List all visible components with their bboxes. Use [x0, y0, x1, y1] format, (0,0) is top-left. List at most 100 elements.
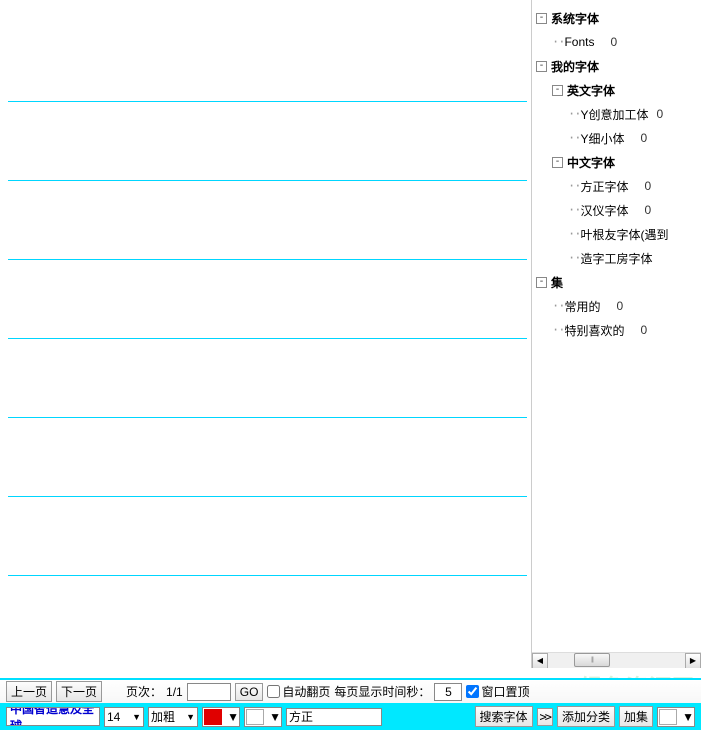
tree-label: 系统字体: [551, 10, 599, 27]
sample-text: 中国智造慧及全球: [10, 707, 96, 726]
tree-node-set2[interactable]: ·· 特别喜欢的 0: [536, 318, 701, 342]
auto-page-checkbox[interactable]: 自动翻页: [267, 683, 330, 700]
divider: [8, 101, 527, 102]
tree-node-set1[interactable]: ·· 常用的 0: [536, 294, 701, 318]
font-weight-value: 加粗: [151, 708, 175, 725]
collapse-icon[interactable]: -: [552, 85, 563, 96]
toolbar-row-1: 上一页 下一页 页次： 1/1 GO 自动翻页 每页显示时间秒： 窗口置顶: [0, 678, 701, 703]
page-label: 页次：: [126, 683, 162, 700]
tree-label: 常用的: [564, 298, 600, 315]
tree-count: 0: [610, 35, 617, 49]
tree-label: 集: [551, 274, 563, 291]
scroll-right-icon[interactable]: ▶: [685, 653, 701, 669]
tree-node-en1[interactable]: ·· Y创意加工体 0: [536, 102, 701, 126]
tree-count: 0: [640, 323, 647, 337]
bg-color-select[interactable]: ▼: [244, 707, 282, 727]
tree-connector: ··: [568, 203, 580, 217]
tree-connector: ··: [568, 251, 580, 265]
collapse-icon[interactable]: -: [536, 13, 547, 24]
tree-node-my-fonts[interactable]: - 我的字体: [536, 54, 701, 78]
chevron-down-icon: ▼: [227, 710, 239, 724]
tree-label: 方正字体: [580, 178, 628, 195]
tree-connector: ··: [552, 35, 564, 49]
tree-node-sets[interactable]: - 集: [536, 270, 701, 294]
collapse-icon[interactable]: -: [536, 277, 547, 288]
divider: [8, 180, 527, 181]
tree-node-system-fonts[interactable]: - 系统字体: [536, 6, 701, 30]
tree-connector: ··: [568, 227, 580, 241]
divider: [8, 575, 527, 576]
tree-node-cn4[interactable]: ·· 造字工房字体: [536, 246, 701, 270]
collapse-icon[interactable]: -: [552, 157, 563, 168]
scroll-track[interactable]: [548, 653, 685, 669]
tree-connector: ··: [568, 107, 580, 121]
collapse-icon[interactable]: -: [536, 61, 547, 72]
chevron-down-icon: ▼: [269, 710, 281, 724]
tree-label: 造字工房字体: [580, 250, 652, 267]
tree-connector: ··: [552, 299, 564, 313]
color-swatch-icon: [204, 709, 222, 725]
chevron-down-icon: ▼: [682, 710, 694, 724]
add-category-button[interactable]: 添加分类: [557, 706, 615, 727]
always-top-checkbox[interactable]: 窗口置顶: [466, 683, 529, 700]
divider: [8, 338, 527, 339]
page-value: 1/1: [166, 685, 183, 699]
tree-label: 英文字体: [567, 82, 615, 99]
color-swatch-icon: [246, 709, 264, 725]
auto-page-label: 自动翻页: [282, 683, 330, 700]
tree-count: 0: [640, 131, 647, 145]
tree-node-cn3[interactable]: ·· 叶根友字体(遇到: [536, 222, 701, 246]
color-swatch-icon: [659, 709, 677, 725]
panel-color-select[interactable]: ▼: [657, 707, 695, 727]
text-color-select[interactable]: ▼: [202, 707, 240, 727]
tree-node-fonts[interactable]: ·· Fonts 0: [536, 30, 701, 54]
tree-label: Fonts: [564, 35, 594, 49]
prev-page-button[interactable]: 上一页: [6, 681, 52, 702]
tree-node-english-fonts[interactable]: - 英文字体: [536, 78, 701, 102]
tree-node-cn1[interactable]: ·· 方正字体 0: [536, 174, 701, 198]
auto-page-input[interactable]: [267, 685, 280, 698]
tree-connector: ··: [568, 131, 580, 145]
page-input[interactable]: [187, 683, 231, 701]
preview-area: [0, 0, 531, 668]
chevron-down-icon: ▼: [130, 712, 141, 722]
expand-button[interactable]: >>: [537, 708, 553, 726]
scroll-thumb[interactable]: [574, 653, 610, 667]
sample-text-box[interactable]: 中国智造慧及全球: [6, 707, 100, 726]
tree-count: 0: [616, 299, 623, 313]
divider: [8, 259, 527, 260]
next-page-button[interactable]: 下一页: [56, 681, 102, 702]
footer-toolbar: 上一页 下一页 页次： 1/1 GO 自动翻页 每页显示时间秒： 窗口置顶 中国…: [0, 678, 701, 730]
tree-label: 汉仪字体: [580, 202, 628, 219]
always-top-input[interactable]: [466, 685, 479, 698]
add-set-button[interactable]: 加集: [619, 706, 653, 727]
font-name-input[interactable]: [286, 708, 382, 726]
horizontal-scrollbar[interactable]: ◀ ▶: [532, 652, 701, 668]
tree-count: 0: [644, 203, 651, 217]
tree-node-cn2[interactable]: ·· 汉仪字体 0: [536, 198, 701, 222]
tree-count: 0: [644, 179, 651, 193]
search-font-button[interactable]: 搜索字体: [475, 706, 533, 727]
always-top-label: 窗口置顶: [481, 683, 529, 700]
tree-node-chinese-fonts[interactable]: - 中文字体: [536, 150, 701, 174]
interval-label: 每页显示时间秒：: [334, 683, 430, 700]
divider: [8, 417, 527, 418]
tree-count: 0: [656, 107, 663, 121]
tree-connector: ··: [568, 179, 580, 193]
font-size-select[interactable]: 14 ▼: [104, 707, 144, 727]
font-weight-select[interactable]: 加粗 ▼: [148, 707, 198, 727]
interval-input[interactable]: [434, 683, 462, 701]
divider: [8, 496, 527, 497]
chevron-down-icon: ▼: [184, 712, 195, 722]
go-button[interactable]: GO: [235, 683, 264, 701]
tree-label: 特别喜欢的: [564, 322, 624, 339]
font-size-value: 14: [107, 710, 120, 724]
tree-label: Y细小体: [580, 130, 624, 147]
toolbar-row-2: 中国智造慧及全球 14 ▼ 加粗 ▼ ▼ ▼ 搜索字体 >> 添加分类 加集 ▼: [0, 703, 701, 730]
font-tree-panel: - 系统字体 ·· Fonts 0 - 我的字体 - 英文字体 ·· Y创意加工…: [531, 0, 701, 668]
tree-node-en2[interactable]: ·· Y细小体 0: [536, 126, 701, 150]
tree-label: 叶根友字体(遇到: [580, 226, 668, 243]
scroll-left-icon[interactable]: ◀: [532, 653, 548, 669]
tree-label: 中文字体: [567, 154, 615, 171]
tree-connector: ··: [552, 323, 564, 337]
